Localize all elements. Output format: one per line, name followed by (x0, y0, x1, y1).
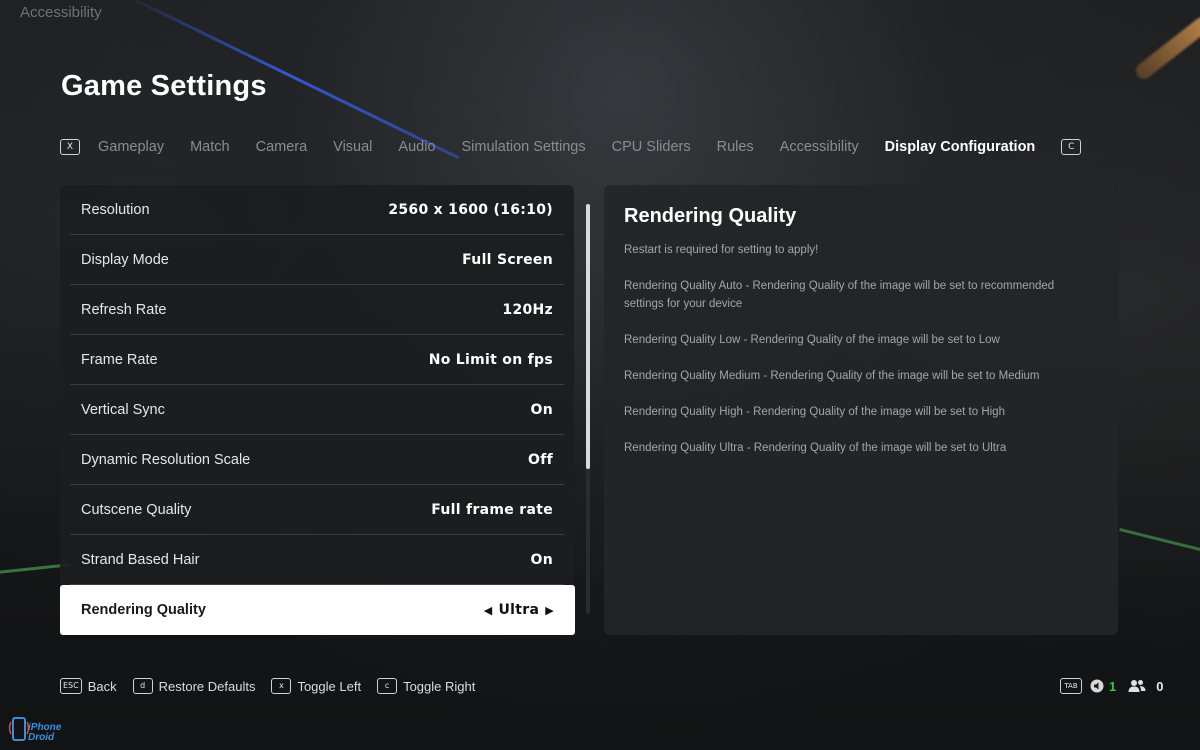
tab-left-key-icon[interactable]: X (60, 139, 80, 155)
setting-value: Ultra (498, 602, 540, 618)
tab-audio[interactable]: Audio (398, 139, 435, 155)
setting-label: Strand Based Hair (81, 551, 200, 568)
description-line: Rendering Quality High - Rendering Quali… (624, 406, 1005, 418)
setting-value: On (530, 401, 553, 418)
description-line: Rendering Quality Ultra - Rendering Qual… (624, 442, 1007, 454)
party-count: 1 (1109, 678, 1117, 694)
hint-label: Restore Defaults (158, 678, 256, 694)
description-title: Rendering Quality (624, 205, 797, 227)
description-line: Restart is required for setting to apply… (624, 244, 819, 256)
setting-row-vertical-sync[interactable]: Vertical Sync On (70, 385, 564, 435)
setting-value: 2560 x 1600 (16:10) (388, 201, 553, 218)
setting-value: On (530, 551, 553, 568)
tab-camera[interactable]: Camera (256, 139, 308, 155)
setting-label: Resolution (81, 201, 150, 218)
page-title: Game Settings (61, 70, 267, 102)
setting-row-resolution[interactable]: Resolution 2560 x 1600 (16:10) (70, 185, 564, 235)
tab-right-key-icon[interactable]: C (1061, 139, 1082, 155)
watermark-text: Droid (28, 732, 55, 743)
social-status: TAB 1 0 (1060, 677, 1163, 695)
friends-count: 0 (1156, 678, 1164, 694)
description-line: Rendering Quality Medium - Rendering Qua… (624, 370, 1040, 382)
setting-row-cutscene-quality[interactable]: Cutscene Quality Full frame rate (70, 485, 564, 535)
setting-value: Full Screen (462, 251, 553, 268)
description-panel: Rendering Quality Restart is required fo… (604, 185, 1118, 635)
footer-hints: ESC Back d Restore Defaults x Toggle Lef… (60, 677, 491, 695)
settings-list: Resolution 2560 x 1600 (16:10) Display M… (60, 185, 575, 635)
setting-row-strand-based-hair[interactable]: Strand Based Hair On (70, 535, 564, 585)
setting-value: 120Hz (502, 301, 553, 318)
setting-label: Display Mode (81, 251, 169, 268)
d-key-icon: d (132, 678, 153, 694)
tab-bar: X Gameplay Match Camera Visual Audio Sim… (60, 134, 1082, 160)
toggle-left-hint[interactable]: x Toggle Left (271, 678, 361, 694)
setting-row-display-mode[interactable]: Display Mode Full Screen (70, 235, 564, 285)
setting-value-selector: ◀ Ultra ▶ (484, 602, 554, 618)
back-hint[interactable]: ESC Back (60, 678, 117, 694)
setting-label: Rendering Quality (81, 602, 206, 618)
tab-accessibility[interactable]: Accessibility (780, 139, 859, 155)
setting-row-rendering-quality[interactable]: Rendering Quality ◀ Ultra ▶ (60, 585, 575, 635)
tab-match[interactable]: Match (190, 139, 230, 155)
description-line: Rendering Quality Auto - Rendering Quali… (624, 280, 1055, 310)
tab-gameplay[interactable]: Gameplay (98, 139, 164, 155)
background-light-strip (1132, 13, 1200, 83)
setting-label: Dynamic Resolution Scale (81, 451, 251, 468)
hint-label: Toggle Left (297, 678, 362, 694)
hint-label: Back (87, 678, 117, 694)
tab-rules[interactable]: Rules (717, 139, 754, 155)
tab-key-icon[interactable]: TAB (1060, 678, 1082, 694)
scrollbar-thumb[interactable] (586, 204, 590, 469)
toggle-right-hint[interactable]: c Toggle Right (377, 678, 475, 694)
c-key-icon: c (377, 678, 398, 694)
watermark-logo: iPhone Droid (8, 712, 64, 746)
settings-scrollbar[interactable] (586, 204, 590, 614)
setting-row-frame-rate[interactable]: Frame Rate No Limit on fps (70, 335, 564, 385)
breadcrumb: Accessibility (20, 4, 102, 21)
x-key-icon: x (271, 678, 292, 694)
setting-value: Off (528, 451, 553, 468)
setting-value: No Limit on fps (428, 351, 553, 368)
description-line: Rendering Quality Low - Rendering Qualit… (624, 334, 1000, 346)
setting-label: Refresh Rate (81, 301, 167, 318)
friends-icon[interactable] (1128, 679, 1146, 693)
hint-label: Toggle Right (403, 678, 476, 694)
arrow-left-icon[interactable]: ◀ (484, 604, 493, 617)
arrow-right-icon[interactable]: ▶ (545, 604, 554, 617)
tab-simulation-settings[interactable]: Simulation Settings (462, 139, 586, 155)
tab-display-configuration[interactable]: Display Configuration (885, 139, 1036, 155)
esc-key-icon: ESC (60, 678, 82, 694)
setting-value: Full frame rate (431, 501, 553, 518)
background-green-glow-right (1119, 527, 1200, 556)
setting-label: Vertical Sync (81, 401, 165, 418)
tab-cpu-sliders[interactable]: CPU Sliders (612, 139, 691, 155)
setting-row-refresh-rate[interactable]: Refresh Rate 120Hz (70, 285, 564, 335)
setting-label: Frame Rate (81, 351, 158, 368)
setting-row-dynamic-resolution-scale[interactable]: Dynamic Resolution Scale Off (70, 435, 564, 485)
tab-visual[interactable]: Visual (333, 139, 372, 155)
setting-label: Cutscene Quality (81, 501, 192, 518)
restore-defaults-hint[interactable]: d Restore Defaults (132, 678, 256, 694)
party-voice-icon (1090, 679, 1104, 693)
